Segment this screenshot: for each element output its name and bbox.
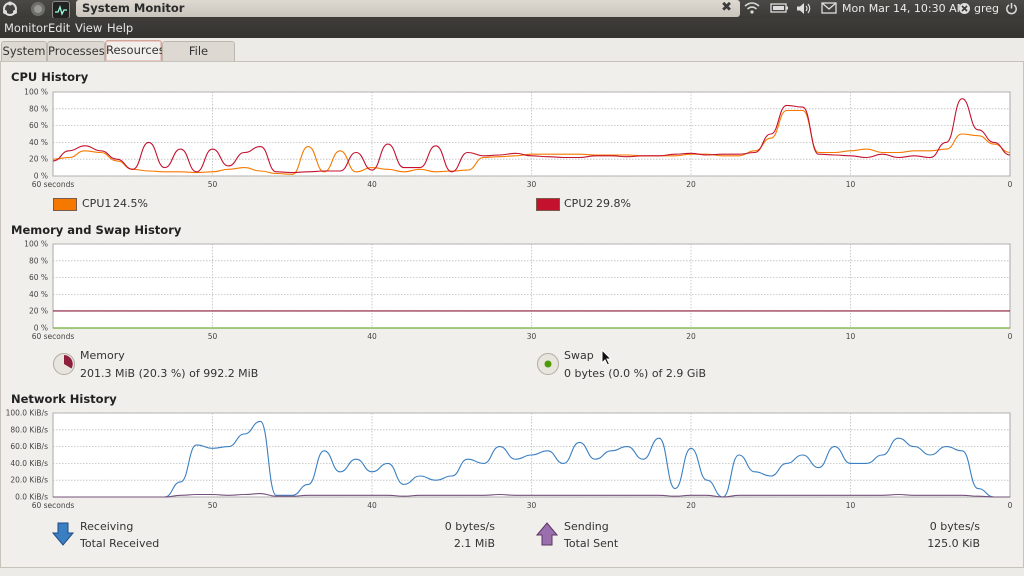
cpu-history-x-tick-label: 60 seconds bbox=[32, 180, 75, 189]
window-titlebar[interactable]: System Monitor ✖ bbox=[76, 0, 740, 17]
swap-pie-icon[interactable] bbox=[536, 352, 560, 376]
memory-history-y-tick-label: 80 % bbox=[29, 256, 48, 265]
memory-history-x-tick-label: 60 seconds bbox=[32, 332, 75, 341]
mail-icon[interactable] bbox=[821, 2, 837, 17]
mouse-cursor bbox=[601, 349, 613, 366]
menu-monitor[interactable]: Monitor bbox=[4, 21, 48, 35]
memory-history-chart: 100 %80 %60 %40 %20 %0 %60 seconds 50 40 30… bbox=[24, 240, 1013, 342]
network-history-y-tick-label: 100.0 KiB/s bbox=[6, 409, 49, 418]
system-monitor-icon[interactable] bbox=[52, 1, 70, 19]
cpu-history-x-tick-label: 40 bbox=[367, 180, 377, 189]
cpu-history-x-tick-label: 10 bbox=[846, 180, 856, 189]
network-history-y-tick-label: 20.0 KiB/s bbox=[10, 476, 48, 485]
network-history-y-tick-label: 40.0 KiB/s bbox=[10, 459, 48, 468]
receiving-value: 0 bytes/s bbox=[444, 520, 495, 533]
memory-history-x-tick-label: 50 bbox=[208, 332, 218, 341]
memory-history-title: Memory and Swap History bbox=[11, 223, 182, 237]
cpu1-color-swatch[interactable] bbox=[53, 198, 77, 211]
swap-value: 0 bytes (0.0 %) of 2.9 GiB bbox=[564, 367, 707, 380]
user-name[interactable]: greg bbox=[974, 2, 999, 15]
swap-label: Swap bbox=[564, 349, 594, 362]
sending-arrow-icon[interactable] bbox=[536, 522, 558, 546]
memory-history-y-tick-label: 40 % bbox=[29, 290, 48, 299]
memory-history-y-tick-label: 20 % bbox=[29, 307, 48, 316]
cpu-history-y-tick-label: 20 % bbox=[29, 155, 48, 164]
cpu-history-x-tick-label: 0 bbox=[1008, 180, 1013, 189]
wifi-icon[interactable] bbox=[744, 2, 760, 18]
tab-resources[interactable]: Resources bbox=[105, 40, 165, 61]
cpu2-value: 29.8% bbox=[596, 197, 631, 210]
menu-edit[interactable]: Edit bbox=[48, 21, 70, 35]
cpu1-label: CPU1 bbox=[82, 197, 112, 210]
sending-label: Sending bbox=[564, 520, 609, 533]
cpu-history-y-tick-label: 80 % bbox=[29, 104, 48, 113]
cpu2-label: CPU2 bbox=[564, 197, 594, 210]
memory-label: Memory bbox=[80, 349, 125, 362]
menubar: Monitor Edit View Help bbox=[0, 18, 1024, 38]
network-history-x-tick-label: 0 bbox=[1008, 501, 1013, 510]
memory-history-x-tick-label: 0 bbox=[1008, 332, 1013, 341]
network-history-y-tick-label: 60.0 KiB/s bbox=[10, 442, 48, 451]
cpu2-color-swatch[interactable] bbox=[536, 198, 560, 211]
cpu-history-x-tick-label: 30 bbox=[527, 180, 537, 189]
cpu-history-chart: 100 %80 %60 %40 %20 %0 %60 seconds 50 40 30… bbox=[24, 88, 1013, 190]
sending-value: 0 bytes/s bbox=[929, 520, 980, 533]
network-history-x-tick-label: 30 bbox=[527, 501, 537, 510]
total-sent-label: Total Sent bbox=[564, 537, 619, 550]
memory-history-y-tick-label: 100 % bbox=[24, 240, 48, 249]
menu-help[interactable]: Help bbox=[107, 21, 133, 35]
network-history-chart: 100.0 KiB/s 80.0 KiB/s 60.0 KiB/s 40.0 KiB/… bbox=[6, 409, 1013, 511]
top-panel: System Monitor ✖ Mon Mar 14, 10:30 AM gr… bbox=[0, 0, 1024, 19]
memory-history-x-tick-label: 20 bbox=[686, 332, 696, 341]
memory-pie-icon[interactable] bbox=[52, 352, 76, 376]
network-history-x-tick-label: 20 bbox=[686, 501, 696, 510]
volume-icon[interactable] bbox=[796, 2, 813, 18]
user-status-icon[interactable] bbox=[958, 2, 971, 18]
close-icon[interactable]: ✖ bbox=[721, 0, 732, 15]
memory-value: 201.3 MiB (20.3 %) of 992.2 MiB bbox=[80, 367, 259, 380]
tab-processes[interactable]: Processes bbox=[47, 41, 105, 61]
cpu-history-x-tick-label: 50 bbox=[208, 180, 218, 189]
network-history-title: Network History bbox=[11, 392, 117, 406]
total-received-label: Total Received bbox=[80, 537, 160, 550]
clock[interactable]: Mon Mar 14, 10:30 AM bbox=[842, 2, 966, 15]
cpu-history-y-tick-label: 100 % bbox=[24, 88, 48, 97]
ubuntu-logo-icon[interactable] bbox=[2, 1, 18, 17]
window-title: System Monitor bbox=[82, 1, 185, 15]
cpu-history-title: CPU History bbox=[11, 70, 89, 84]
network-history-x-tick-label: 10 bbox=[846, 501, 856, 510]
network-history-x-tick-label: 50 bbox=[208, 501, 218, 510]
power-icon[interactable] bbox=[1005, 2, 1018, 18]
battery-icon[interactable] bbox=[770, 2, 790, 17]
memory-history-x-tick-label: 40 bbox=[367, 332, 377, 341]
cpu1-value: 24.5% bbox=[113, 197, 148, 210]
cpu-history-y-tick-label: 40 % bbox=[29, 138, 48, 147]
tab-file-systems[interactable]: File Systems bbox=[162, 41, 235, 76]
network-history-x-tick-label: 40 bbox=[367, 501, 377, 510]
tab-bar: System Processes Resources File Systems bbox=[0, 40, 1024, 76]
memory-history-y-tick-label: 60 % bbox=[29, 273, 48, 282]
tab-system[interactable]: System bbox=[1, 41, 47, 61]
receiving-arrow-icon[interactable] bbox=[52, 522, 74, 546]
memory-history-x-tick-label: 30 bbox=[527, 332, 537, 341]
total-received-value: 2.1 MiB bbox=[453, 537, 495, 550]
network-history-y-tick-label: 80.0 KiB/s bbox=[10, 425, 48, 434]
network-history-x-tick-label: 60 seconds bbox=[32, 501, 75, 510]
cpu-history-y-tick-label: 60 % bbox=[29, 121, 48, 130]
menu-view[interactable]: View bbox=[75, 21, 102, 35]
memory-history-x-tick-label: 10 bbox=[846, 332, 856, 341]
firefox-icon[interactable] bbox=[30, 1, 46, 17]
total-sent-value: 125.0 KiB bbox=[927, 537, 980, 550]
receiving-label: Receiving bbox=[80, 520, 134, 533]
cpu-history-x-tick-label: 20 bbox=[686, 180, 696, 189]
